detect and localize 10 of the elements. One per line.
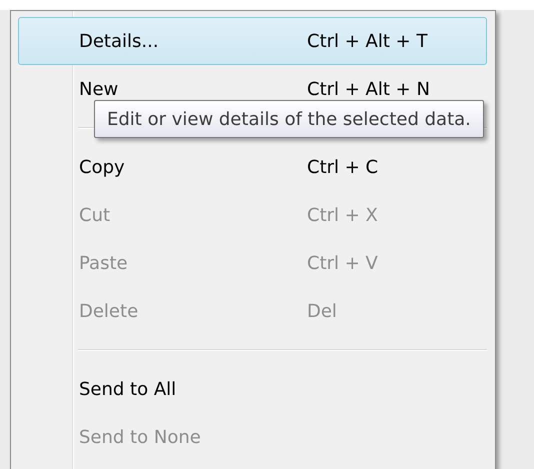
menu-item[interactable]: Details... Ctrl + Alt + T xyxy=(18,17,487,65)
shortcut-text: Ctrl + C xyxy=(307,156,378,178)
shortcut-text: Ctrl + V xyxy=(307,252,378,274)
tooltip: Edit or view details of the selected data. xyxy=(94,100,484,138)
menu-item[interactable]: Send to All xyxy=(18,365,487,413)
shortcut-text: Del xyxy=(307,300,337,322)
shortcut-text: Ctrl + Alt + N xyxy=(307,78,430,100)
shortcut-text: Ctrl + X xyxy=(307,204,378,226)
menu-item[interactable]: Copy Ctrl + C xyxy=(18,143,487,191)
shortcut-text: Ctrl + Alt + T xyxy=(307,30,428,52)
